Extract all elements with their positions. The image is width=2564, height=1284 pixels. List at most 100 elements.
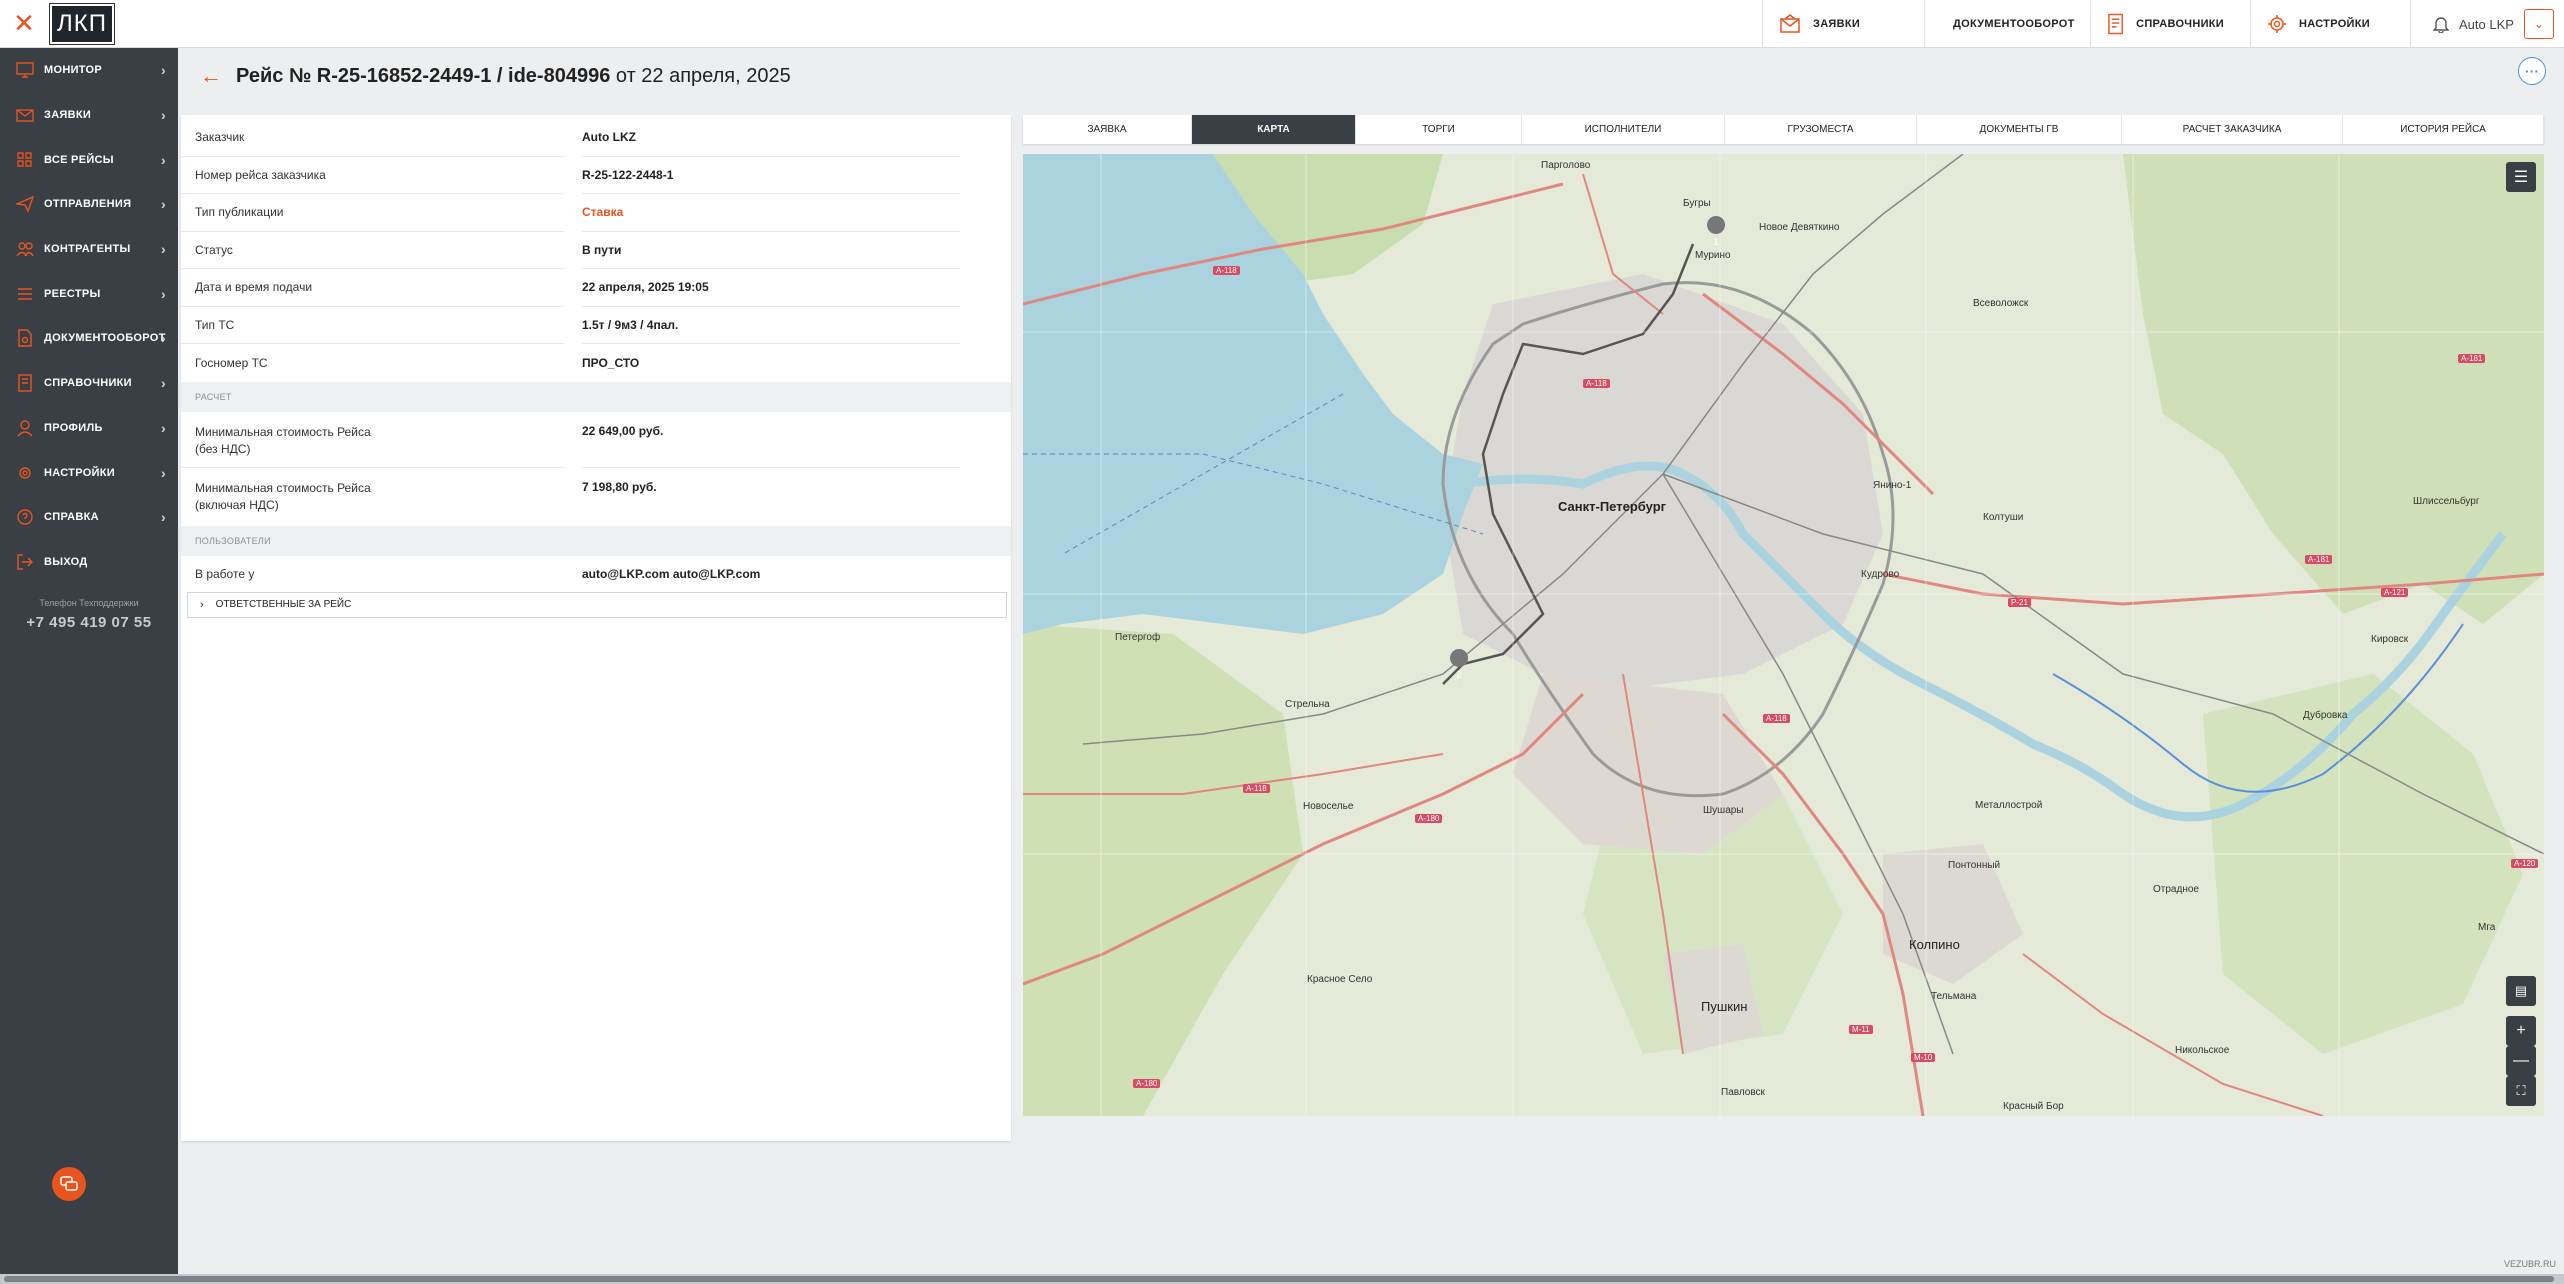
sidebar-item-11[interactable]: ВЫХОД bbox=[0, 540, 178, 585]
map-canvas[interactable]: 1 2 bbox=[1023, 154, 2544, 1116]
app-logo[interactable]: ЛКП bbox=[49, 2, 115, 45]
close-icon[interactable]: ✕ bbox=[0, 0, 48, 48]
road-shield: A-118 bbox=[1583, 379, 1610, 388]
chat-button[interactable] bbox=[52, 1167, 86, 1201]
users-icon bbox=[16, 242, 34, 257]
sidebar-item-5[interactable]: РЕЕСТРЫ › bbox=[0, 271, 178, 316]
topnav-label: СПРАВОЧНИКИ bbox=[2136, 18, 2224, 30]
gear-icon bbox=[19, 466, 31, 479]
sidebar-item-label: ОТПРАВЛЕНИЯ bbox=[44, 198, 132, 211]
page-title: Рейс № R-25-16852-2449-1 / ide-804996 от… bbox=[236, 65, 791, 88]
map-layers-button[interactable]: ☰ bbox=[2506, 162, 2536, 192]
chevron-right-icon: › bbox=[161, 151, 166, 168]
book-icon bbox=[2108, 13, 2123, 35]
detail-key: Заказчик bbox=[181, 119, 564, 157]
sidebar-item-label: ЗАЯВКИ bbox=[44, 109, 92, 122]
topnav-item-references[interactable]: СПРАВОЧНИКИ bbox=[2090, 0, 2250, 48]
chevron-right-icon: › bbox=[161, 107, 166, 124]
top-bar: ✕ ЛКП ЗАЯВКИ ДОКУМЕНТООБОРОТ СПРАВОЧНИКИ… bbox=[0, 0, 2564, 48]
road-shield: A-118 bbox=[1243, 784, 1270, 793]
topnav-item-docflow[interactable]: ДОКУМЕНТООБОРОТ bbox=[1924, 0, 2090, 48]
chevron-right-icon: › bbox=[200, 598, 204, 611]
map-label: Колпино bbox=[1909, 937, 1960, 952]
map-label: Стрельна bbox=[1285, 699, 1330, 710]
detail-key: Тип публикации bbox=[181, 194, 564, 232]
responsible-expander[interactable]: › ОТВЕТСТВЕННЫЕ ЗА РЕЙС bbox=[187, 591, 1007, 618]
grid-icon bbox=[17, 152, 32, 167]
detail-key: Минимальная стоимость Рейса (без НДС) bbox=[181, 412, 564, 468]
zoom-out-button[interactable]: — bbox=[2506, 1046, 2536, 1076]
road-shield: A-118 bbox=[1763, 714, 1790, 723]
help-icon bbox=[17, 509, 33, 525]
map-label: Красный Бор bbox=[2003, 1101, 2064, 1112]
tab-7[interactable]: ИСТОРИЯ РЕЙСА bbox=[2343, 115, 2544, 144]
detail-key: Номер рейса заказчика bbox=[181, 157, 564, 194]
tab-2[interactable]: ТОРГИ bbox=[1356, 115, 1522, 144]
chevron-right-icon: › bbox=[161, 375, 166, 392]
road-shield: A-181 bbox=[2458, 354, 2486, 363]
detail-value: 1.5т / 9м3 / 4пал. bbox=[582, 307, 960, 344]
book-icon bbox=[18, 374, 32, 392]
detail-value: Ставка bbox=[582, 194, 960, 232]
tab-4[interactable]: ГРУЗОМЕСТА bbox=[1725, 115, 1917, 144]
attribution: VEZUBR.RU bbox=[2503, 1259, 2556, 1269]
topnav-item-settings[interactable]: НАСТРОЙКИ bbox=[2250, 0, 2410, 48]
monitor-icon bbox=[16, 62, 34, 79]
back-arrow-icon[interactable]: ← bbox=[200, 63, 222, 89]
tab-1[interactable]: КАРТА bbox=[1192, 115, 1356, 144]
user-menu[interactable]: Auto LKP ⌄ bbox=[2410, 0, 2564, 48]
more-options-button[interactable]: ··· bbox=[2518, 57, 2546, 85]
tab-3[interactable]: ИСПОЛНИТЕЛИ bbox=[1522, 115, 1725, 144]
sidebar-item-label: ДОКУМЕНТООБОРОТ bbox=[44, 332, 166, 345]
detail-key: Минимальная стоимость Рейса (включая НДС) bbox=[195, 480, 371, 512]
detail-row: Статус В пути bbox=[181, 232, 1011, 269]
tab-0[interactable]: ЗАЯВКА bbox=[1023, 115, 1192, 144]
section-calc: РАСЧЕТ bbox=[181, 381, 1011, 412]
bell-icon[interactable] bbox=[2433, 15, 2449, 33]
sidebar-item-2[interactable]: ВСЕ РЕЙСЫ › bbox=[0, 137, 178, 182]
tab-5[interactable]: ДОКУМЕНТЫ ГВ bbox=[1917, 115, 2122, 144]
detail-value: 22 апреля, 2025 19:05 bbox=[582, 269, 960, 307]
section-users: ПОЛЬЗОВАТЕЛИ bbox=[181, 525, 1011, 556]
sidebar-item-1[interactable]: ЗАЯВКИ › bbox=[0, 93, 178, 138]
chevron-down-icon[interactable]: ⌄ bbox=[2523, 9, 2554, 39]
sidebar-item-10[interactable]: СПРАВКА › bbox=[0, 495, 178, 540]
marker-label: 2 bbox=[1456, 670, 1462, 681]
scrollbar-thumb[interactable] bbox=[4, 1276, 2554, 1282]
sidebar-item-7[interactable]: СПРАВОЧНИКИ › bbox=[0, 361, 178, 406]
tab-6[interactable]: РАСЧЕТ ЗАКАЗЧИКА bbox=[2122, 115, 2343, 144]
responsible-label: ОТВЕТСТВЕННЫЕ ЗА РЕЙС bbox=[215, 599, 352, 610]
topnav-label: НАСТРОЙКИ bbox=[2299, 18, 2370, 30]
road-shield: M-11 bbox=[1849, 1025, 1873, 1034]
map-city-label: Санкт-Петербург bbox=[1558, 499, 1667, 514]
map-label: Петергоф bbox=[1115, 632, 1161, 643]
send-icon bbox=[16, 196, 34, 214]
map-label: Красное Село bbox=[1307, 974, 1373, 985]
logout-icon bbox=[17, 554, 33, 570]
detail-key: Статус bbox=[181, 232, 564, 269]
chevron-right-icon: › bbox=[161, 419, 166, 436]
sidebar-item-label: ПРОФИЛЬ bbox=[44, 421, 103, 434]
zoom-in-button[interactable]: + bbox=[2506, 1016, 2536, 1046]
detail-row: Госномер ТС ПРО_СТО bbox=[181, 344, 1011, 382]
map-label: Новое Девяткино bbox=[1759, 222, 1840, 233]
detail-value: Auto LKZ bbox=[582, 119, 960, 157]
route-map[interactable]: 1 2 Санкт-Петербург Парголово Всеволожск… bbox=[1023, 154, 2544, 1116]
horizontal-scrollbar[interactable] bbox=[0, 1274, 2564, 1284]
sidebar-item-3[interactable]: ОТПРАВЛЕНИЯ › bbox=[0, 182, 178, 227]
sidebar-item-9[interactable]: НАСТРОЙКИ › bbox=[0, 450, 178, 495]
map-label: Кировск bbox=[2371, 634, 2409, 645]
topnav-item-orders[interactable]: ЗАЯВКИ bbox=[1762, 0, 1924, 48]
road-shield: M-10 bbox=[1911, 1053, 1936, 1062]
sidebar-item-0[interactable]: МОНИТОР › bbox=[0, 48, 178, 93]
sidebar-item-4[interactable]: КОНТРАГЕНТЫ › bbox=[0, 227, 178, 272]
sidebar-item-6[interactable]: ДОКУМЕНТООБОРОТ › bbox=[0, 316, 178, 361]
map-label: Кудрово bbox=[1861, 569, 1900, 580]
map-legend-button[interactable]: ▤ bbox=[2506, 976, 2536, 1006]
support-phone[interactable]: +7 495 419 07 55 bbox=[0, 614, 178, 631]
detail-value: В пути bbox=[582, 232, 960, 269]
detail-value: auto@LKP.com auto@LKP.com bbox=[582, 566, 761, 581]
fullscreen-icon[interactable]: ⛶ bbox=[2506, 1076, 2536, 1106]
sidebar-item-8[interactable]: ПРОФИЛЬ › bbox=[0, 406, 178, 451]
sidebar-item-label: МОНИТОР bbox=[44, 64, 103, 77]
